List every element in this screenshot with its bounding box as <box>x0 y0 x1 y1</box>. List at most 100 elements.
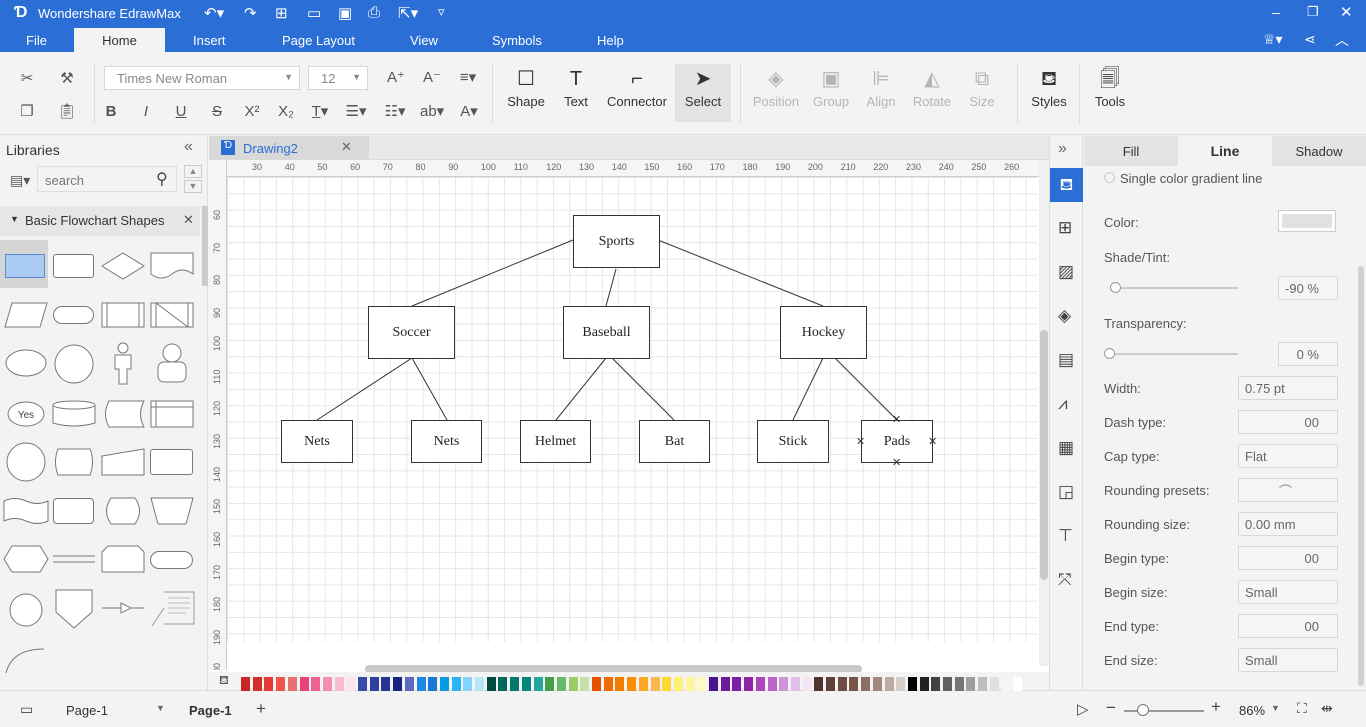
color-swatch[interactable] <box>872 677 882 691</box>
search-icon[interactable]: ⚲ <box>156 169 168 189</box>
color-swatch[interactable] <box>849 677 859 691</box>
library-category-header[interactable]: ▼ Basic Flowchart Shapes ✕ <box>0 206 200 236</box>
zoom-level[interactable]: 86% <box>1239 703 1265 718</box>
color-swatch[interactable] <box>884 677 894 691</box>
node-hockey[interactable]: Hockey <box>780 306 867 359</box>
bullets-icon[interactable]: ☷▾ <box>384 101 406 123</box>
color-swatch[interactable] <box>393 677 403 691</box>
color-swatch[interactable] <box>907 677 917 691</box>
fit-icon[interactable]: ⤧ <box>1058 570 1072 590</box>
text-button[interactable]: T Text <box>548 64 604 109</box>
scroll-down-icon[interactable]: ▼ <box>184 180 202 193</box>
preparation-shape[interactable] <box>3 544 49 574</box>
vertical-scroll-thumb[interactable] <box>1040 330 1048 580</box>
node-helmet[interactable]: Helmet <box>520 420 591 463</box>
color-swatch[interactable] <box>638 677 648 691</box>
collapse-ribbon-icon[interactable]: ︿ <box>1335 30 1349 50</box>
page-icon[interactable]: ▤ <box>1058 350 1074 370</box>
actor-shape[interactable] <box>110 342 136 386</box>
save-icon[interactable]: ▣ <box>338 4 352 22</box>
vertical-scrollbar[interactable] <box>1039 160 1049 666</box>
color-swatch[interactable] <box>545 677 555 691</box>
arrow-line-shape[interactable] <box>101 598 145 618</box>
color-swatch[interactable] <box>826 677 835 691</box>
tab-drawing2[interactable]: Ɗ Drawing2 ✕ <box>209 136 369 160</box>
card-shape[interactable] <box>150 400 194 428</box>
play-icon[interactable]: ▷ <box>1077 700 1089 718</box>
color-swatch[interactable] <box>580 677 590 691</box>
color-swatch[interactable] <box>439 677 449 691</box>
color-swatch[interactable] <box>790 677 800 691</box>
color-swatch[interactable] <box>603 677 613 691</box>
color-swatch[interactable] <box>346 677 356 691</box>
chart-icon[interactable]: ⩘ <box>1058 394 1068 414</box>
data-shape[interactable] <box>4 302 48 328</box>
rounded-rect-shape[interactable] <box>53 254 94 278</box>
color-swatch[interactable] <box>767 677 777 691</box>
page-select[interactable]: Page-1 ▼ <box>58 699 168 721</box>
color-swatch[interactable] <box>896 677 906 691</box>
end-type-select[interactable]: 00 <box>1238 614 1338 638</box>
quick-access-dropdown-icon[interactable]: ▿ <box>438 4 445 20</box>
color-swatch[interactable] <box>954 677 964 691</box>
cut-icon[interactable]: ✂ <box>16 68 38 90</box>
color-swatch[interactable] <box>592 677 601 691</box>
decrease-font-icon[interactable]: A⁻ <box>421 67 443 89</box>
rounding-size-input[interactable]: 0.00 mm <box>1238 512 1338 536</box>
menu-view[interactable]: View <box>410 33 438 48</box>
table-icon[interactable]: ▦ <box>1058 438 1074 458</box>
menu-symbols[interactable]: Symbols <box>492 33 542 48</box>
expand-panel-icon[interactable]: » <box>1058 140 1067 158</box>
menu-help[interactable]: Help <box>597 33 624 48</box>
print-icon[interactable]: ⎙ <box>368 4 380 21</box>
parallel-lines-shape[interactable] <box>52 544 96 574</box>
transparency-input[interactable]: 0 % <box>1278 342 1338 366</box>
color-swatch[interactable] <box>1001 677 1011 691</box>
position-button[interactable]: ◈ Position <box>748 64 804 109</box>
color-swatch[interactable] <box>498 677 508 691</box>
shade-slider[interactable] <box>1110 287 1238 289</box>
close-tab-icon[interactable]: ✕ <box>341 139 352 155</box>
decision-shape[interactable] <box>101 252 145 280</box>
begin-type-select[interactable]: 00 <box>1238 546 1338 570</box>
presentation-icon[interactable]: ⊤ <box>1058 526 1073 546</box>
share-icon[interactable]: ⋖ <box>1304 31 1316 48</box>
node-nets-1[interactable]: Nets <box>281 420 353 463</box>
color-swatch[interactable] <box>662 677 672 691</box>
color-swatch[interactable] <box>673 677 683 691</box>
color-swatch[interactable] <box>744 677 754 691</box>
color-swatch[interactable] <box>287 677 297 691</box>
font-color-icon[interactable]: A▾ <box>458 101 480 123</box>
rectangle-shape[interactable] <box>5 254 45 278</box>
shape-button[interactable]: ☐ Shape <box>498 64 554 109</box>
internal-storage-shape[interactable] <box>150 302 194 328</box>
gradient-radio[interactable] <box>1104 172 1115 183</box>
color-swatch[interactable] <box>919 677 929 691</box>
close-category-icon[interactable]: ✕ <box>183 212 194 228</box>
collapse-panel-icon[interactable]: « <box>184 138 193 156</box>
pill-shape[interactable] <box>150 551 193 569</box>
undo-icon[interactable]: ↶▾ <box>204 4 224 22</box>
connection-point-icon[interactable]: ✕ <box>928 435 937 448</box>
export-icon[interactable]: ⇱▾ <box>398 4 418 22</box>
tab-line[interactable]: Line <box>1178 136 1272 166</box>
color-swatch[interactable] <box>755 677 765 691</box>
color-swatch[interactable] <box>779 677 789 691</box>
shade-slider-handle[interactable] <box>1110 282 1121 293</box>
styles-button[interactable]: ⛾ Styles <box>1021 64 1077 109</box>
arc-shape[interactable] <box>4 641 48 675</box>
line-spacing-icon[interactable]: ☰▾ <box>345 101 367 123</box>
process-shape[interactable] <box>150 449 193 475</box>
text-style-icon[interactable]: T̲▾ <box>309 101 331 123</box>
fit-page-icon[interactable]: ⇹ <box>1321 700 1333 717</box>
menu-page-layout[interactable]: Page Layout <box>282 33 355 48</box>
color-swatch[interactable] <box>486 677 496 691</box>
image-icon[interactable]: ▨ <box>1058 262 1074 282</box>
subscript-icon[interactable]: X₂ <box>275 101 297 123</box>
color-swatch[interactable] <box>428 677 438 691</box>
circle-large-shape[interactable] <box>5 442 47 482</box>
direct-data-shape[interactable] <box>52 448 96 476</box>
tools-button[interactable]: 🗐︎ Tools <box>1082 64 1138 109</box>
color-swatch[interactable] <box>510 677 520 691</box>
page-panel-icon[interactable]: ▭ <box>20 701 33 718</box>
